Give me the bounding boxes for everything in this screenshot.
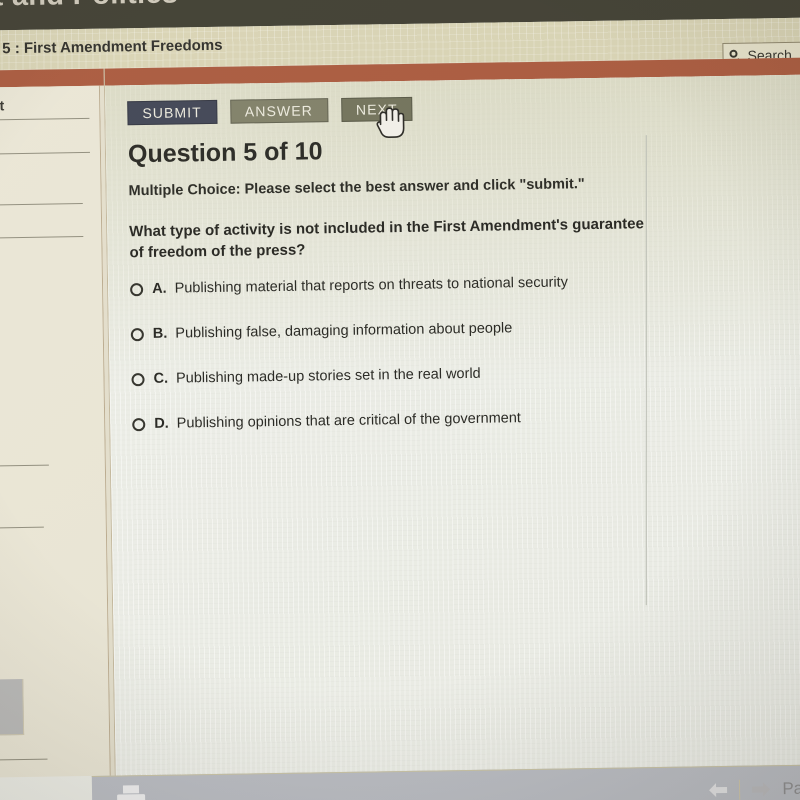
- sidebar-divider: [0, 151, 90, 155]
- next-button[interactable]: NEXT: [340, 96, 413, 139]
- sidebar-divider: [0, 117, 90, 121]
- answer-button[interactable]: ANSWER: [229, 98, 329, 124]
- question-instructions: Multiple Choice: Please select the best …: [128, 176, 585, 200]
- option-letter: B.: [152, 325, 168, 342]
- course-title: t and Politics: [0, 0, 178, 13]
- radio-button-b[interactable]: [130, 328, 144, 342]
- arrow-left-icon[interactable]: [707, 782, 729, 798]
- option-text: Publishing material that reports on thre…: [174, 274, 569, 297]
- sidebar: ent: [0, 85, 111, 778]
- page-navigation: Page: [707, 778, 800, 800]
- screen-surface: t and Politics Y 5 : First Amendment Fre…: [0, 0, 800, 800]
- sidebar-thumbnail[interactable]: [0, 679, 25, 736]
- question-content: SUBMIT ANSWER NEXT Question 5 of 10 Mult…: [104, 74, 800, 776]
- action-button-row: SUBMIT ANSWER NEXT: [127, 96, 413, 139]
- question-title: Question 5 of 10: [127, 137, 323, 169]
- answer-options: A. Publishing material that reports on t…: [130, 272, 733, 461]
- option-letter: C.: [153, 370, 169, 387]
- question-stem: What type of activity is not included in…: [129, 215, 645, 261]
- nav-separator: [739, 779, 741, 800]
- sidebar-divider: [0, 526, 44, 529]
- submit-button[interactable]: SUBMIT: [127, 99, 218, 126]
- option-letter: D.: [154, 415, 169, 432]
- option-text: Publishing made-up stories set in the re…: [175, 365, 481, 387]
- option-letter: A.: [152, 280, 167, 297]
- page-label: Page: [782, 778, 800, 799]
- next-button-label: NEXT: [355, 101, 398, 118]
- sidebar-divider: [0, 464, 49, 467]
- screen-photo: t and Politics Y 5 : First Amendment Fre…: [0, 0, 800, 800]
- radio-button-d[interactable]: [132, 418, 146, 432]
- arrow-right-icon[interactable]: [750, 781, 772, 797]
- sidebar-divider: [0, 203, 83, 206]
- radio-button-a[interactable]: [130, 283, 144, 297]
- sidebar-divider: [0, 236, 84, 239]
- answer-option-d[interactable]: D. Publishing opinions that are critical…: [132, 407, 733, 461]
- sidebar-label: ent: [0, 97, 5, 114]
- printer-icon[interactable]: [114, 784, 148, 800]
- sidebar-divider: [0, 758, 48, 761]
- question-panel: SUBMIT ANSWER NEXT Question 5 of 10 Mult…: [103, 57, 800, 776]
- radio-button-c[interactable]: [131, 373, 145, 387]
